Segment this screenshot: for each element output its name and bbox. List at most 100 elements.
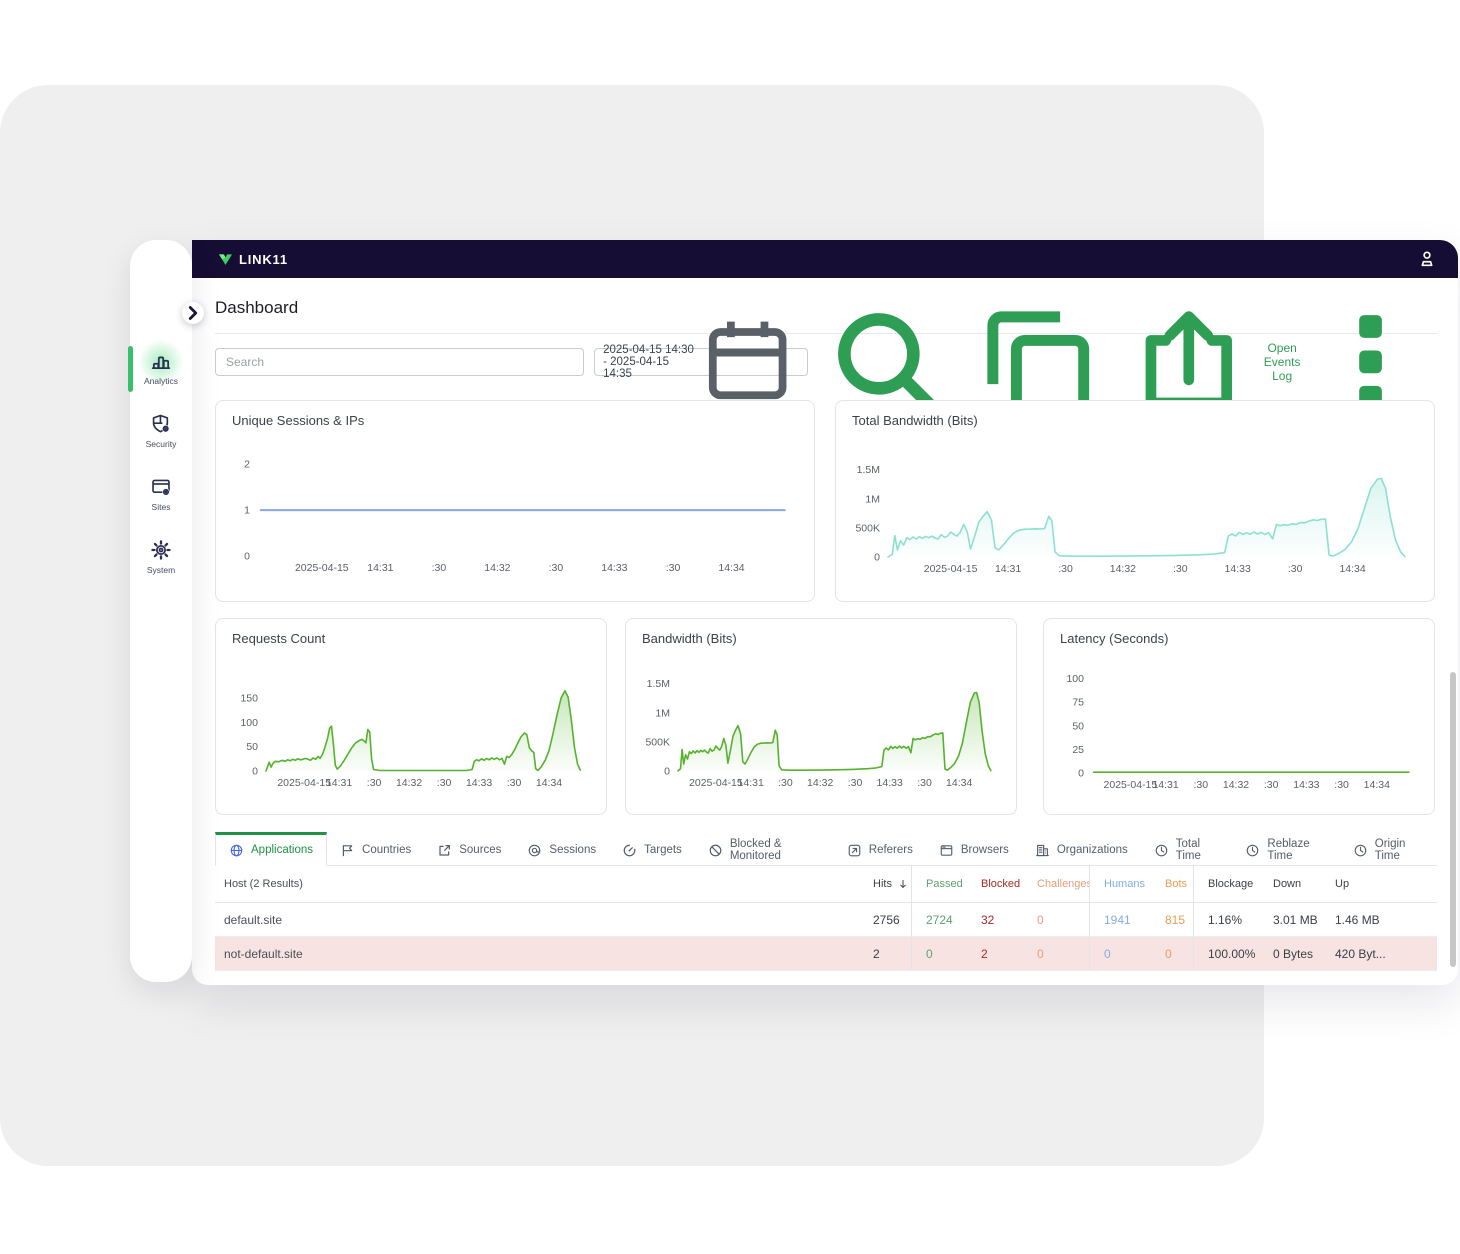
x-tick-label: :30	[848, 777, 863, 789]
column-header-blocked: Blocked	[967, 866, 1023, 902]
tab-browsers[interactable]: Browsers	[926, 832, 1022, 865]
cell-value: 2	[873, 946, 880, 961]
x-tick-label: 14:33	[1293, 779, 1319, 791]
logo-text: LINK11	[239, 251, 288, 267]
y-tick-label: 0	[1078, 768, 1084, 780]
y-tick-label: 1.5M	[647, 678, 670, 690]
cell-challenges: 0	[1023, 937, 1089, 970]
tab-label: Referers	[868, 844, 913, 856]
referer-icon	[847, 843, 862, 858]
x-tick-label: :30	[507, 777, 522, 789]
x-tick-label: :30	[432, 562, 447, 574]
x-tick-label: 14:32	[1110, 563, 1136, 575]
cell-value: 815	[1165, 912, 1186, 927]
y-tick-label: 1M	[655, 707, 670, 719]
x-tick-label: 2025-04-15	[277, 777, 331, 789]
tab-referers[interactable]: Referers	[834, 832, 926, 865]
chart-title: Bandwidth (Bits)	[642, 631, 737, 646]
sidebar-item-security[interactable]: Security	[130, 413, 192, 476]
cell-down: 0 Bytes	[1259, 937, 1321, 970]
date-range-value: 2025-04-15 14:30 - 2025-04-15 14:35	[603, 344, 694, 380]
search-input[interactable]	[215, 348, 585, 376]
tab-total-time[interactable]: Total Time	[1141, 832, 1233, 865]
cell-value: 1941	[1104, 912, 1131, 927]
shield-gear-icon	[150, 413, 172, 435]
x-tick-label: 14:32	[1223, 779, 1249, 791]
tab-countries[interactable]: Countries	[327, 832, 424, 865]
titlebar: LINK11	[192, 240, 1458, 278]
tab-label: Applications	[251, 844, 314, 856]
toolbar: 2025-04-15 14:30 - 2025-04-15 14:35 Open…	[215, 311, 1437, 416]
blocked-icon	[708, 843, 723, 858]
globe-icon	[229, 843, 244, 858]
sidebar-item-analytics[interactable]: Analytics	[130, 339, 192, 413]
tab-organizations[interactable]: Organizations	[1022, 832, 1141, 865]
column-label: Passed	[926, 878, 963, 890]
tab-blocked-monitored[interactable]: Blocked & Monitored	[695, 832, 834, 865]
browser-icon	[939, 843, 954, 858]
y-tick-label: 500K	[855, 522, 880, 534]
scrollbar-thumb[interactable]	[1450, 672, 1456, 967]
column-header-up: Up	[1321, 866, 1437, 902]
tab-sources[interactable]: Sources	[424, 832, 514, 865]
sidebar-item-system[interactable]: System	[130, 539, 192, 602]
sidebar-expand-button[interactable]	[182, 302, 204, 324]
chart-title: Total Bandwidth (Bits)	[852, 413, 978, 428]
column-label: Blocked	[981, 878, 1021, 890]
table-row[interactable]: not-default.site 2 0 2 0 0 0 100.00% 0 Bytes 420 …	[215, 937, 1437, 971]
x-tick-label: 14:33	[466, 777, 492, 789]
cell-value: 1.16%	[1208, 912, 1243, 927]
x-tick-label: 2025-04-15	[1104, 779, 1158, 791]
app-window: LINK11 Dashboard 2025-04-15 14:30 - 2025…	[192, 240, 1458, 985]
x-tick-label: 14:34	[1339, 563, 1365, 575]
sidebar-item-label: Sites	[151, 502, 171, 512]
organization-icon	[1035, 843, 1050, 858]
y-tick-label: 50	[246, 741, 258, 753]
y-tick-label: 1.5M	[857, 464, 880, 476]
column-header-bots: Bots	[1151, 866, 1193, 902]
x-tick-label: 14:34	[946, 777, 972, 789]
tab-label: Origin Time	[1374, 838, 1406, 862]
x-tick-label: 14:33	[1225, 563, 1251, 575]
y-tick-label: 0	[252, 766, 258, 778]
chart-plot: 2 1 0 2025-04-15 14:31:30 14:32:30 14:33:30 14:…	[244, 459, 786, 574]
cell-humans: 0	[1089, 937, 1151, 970]
tab-label: Browsers	[960, 844, 1009, 856]
tab-origin-time[interactable]: Origin Time	[1340, 832, 1437, 865]
tab-sessions[interactable]: Sessions	[514, 832, 609, 865]
x-tick-label: 14:31	[995, 563, 1021, 575]
chevron-right-icon	[182, 302, 204, 324]
cell-value: 0	[1165, 946, 1172, 961]
sidebar-item-label: Analytics	[143, 376, 178, 386]
chart-card-requests-count: Requests Count 150 100 50 0 2025-04-15 14:31:3…	[215, 618, 607, 815]
host-column-header: Host (2 Results)	[224, 878, 303, 890]
x-tick-label: :30	[549, 562, 564, 574]
column-header-passed: Passed	[911, 866, 967, 902]
cell-blockage: 100.00%	[1193, 937, 1259, 970]
tab-label: Organizations	[1056, 844, 1128, 856]
x-tick-label: :30	[1334, 779, 1349, 791]
tab-bar: Applications Countries Sources Sessions Targ…	[215, 832, 1437, 866]
table-row[interactable]: default.site 2756 2724 32 0 1941 815 1.16% 3.01 …	[215, 903, 1437, 937]
x-tick-label: 14:31	[738, 777, 764, 789]
chart-plot: 150 100 50 0 2025-04-1514:31:30 14:32:30 14:33…	[240, 689, 582, 789]
x-tick-label: :30	[367, 777, 382, 789]
tab-reblaze-time[interactable]: Reblaze Time	[1232, 832, 1339, 865]
y-tick-label: 0	[244, 551, 250, 563]
date-range-picker[interactable]: 2025-04-15 14:30 - 2025-04-15 14:35	[594, 321, 809, 400]
account-button[interactable]	[1416, 248, 1438, 270]
area-fill	[888, 478, 1405, 557]
column-header-hits[interactable]: Hits	[859, 866, 911, 902]
tab-applications[interactable]: Applications	[215, 832, 328, 866]
tab-targets[interactable]: Targets	[609, 832, 695, 865]
flag-icon	[340, 843, 355, 858]
cell-value: 32	[981, 912, 995, 927]
cell-value: 420 Byt...	[1335, 946, 1386, 961]
calendar-icon	[696, 310, 799, 413]
y-tick-label: 1M	[865, 493, 880, 505]
sidebar-item-sites[interactable]: Sites	[130, 476, 192, 539]
x-tick-label: 14:31	[1152, 779, 1178, 791]
y-tick-label: 2	[244, 459, 250, 471]
column-label: Humans	[1104, 878, 1145, 890]
y-tick-label: 100	[1066, 673, 1084, 685]
